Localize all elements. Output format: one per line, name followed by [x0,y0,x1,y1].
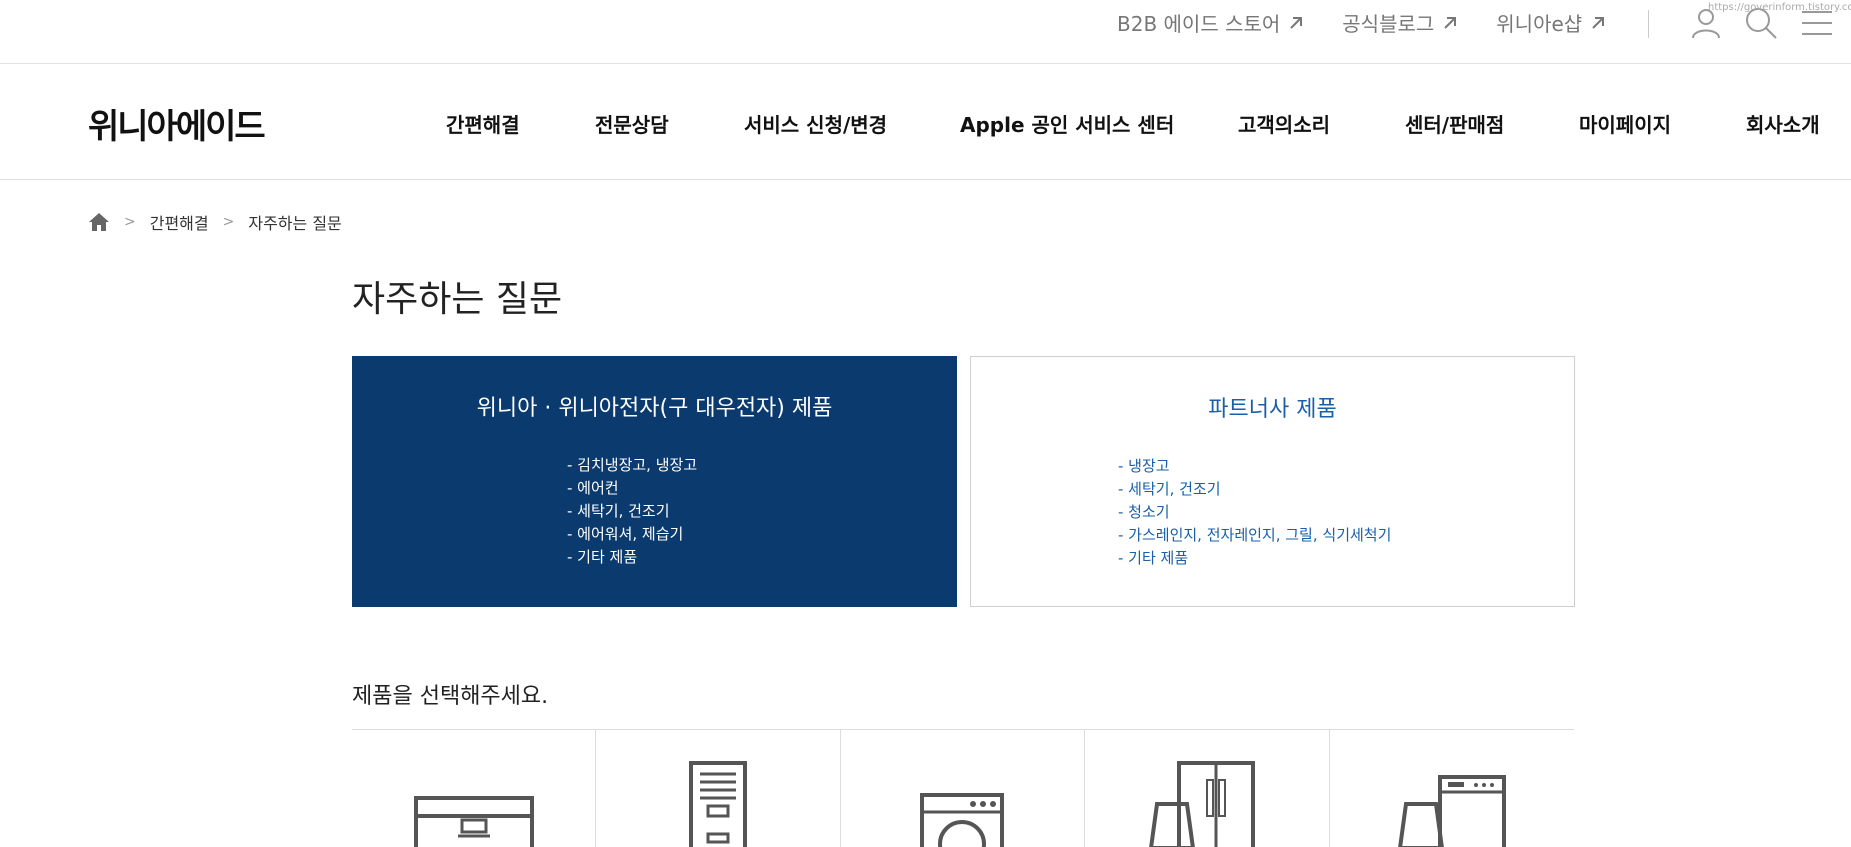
eshop-label: 위니아e샵 [1496,12,1583,36]
chevron-right-icon: > [222,214,235,230]
nav-quick-solution[interactable]: 간편해결 [446,109,520,138]
home-icon[interactable] [88,212,110,232]
utility-bar: B2B 에이드 스토어 공식블로그 위니아e샵 https://goverinf… [0,0,1851,64]
external-arrow-icon [1444,16,1457,29]
refrigerator-icon [1148,761,1255,847]
category-item: - 가스레인지, 전자레인지, 그릴, 식기세척기 [1118,526,1392,544]
nav-customer-voice[interactable]: 고객의소리 [1238,109,1330,138]
chevron-right-icon: > [124,214,136,230]
category-item: - 세탁기, 건조기 [567,502,670,520]
external-arrow-icon [1290,16,1303,29]
product-select-heading: 제품을 선택해주세요. [352,684,549,709]
category-winia-products[interactable]: 위니아 · 위니아전자(구 대우전자) 제품 - 김치냉장고, 냉장고 - 에어… [352,356,957,607]
category-title: 파트너사 제품 [1208,397,1337,422]
breadcrumb-quick-solution[interactable]: 간편해결 [150,210,209,234]
air-conditioner-icon [689,761,748,847]
category-item: - 에어워셔, 제습기 [567,525,684,543]
breadcrumb-faq[interactable]: 자주하는 질문 [248,210,341,234]
kimchi-refrigerator-icon [413,796,534,847]
nav-consultation[interactable]: 전문상담 [595,109,669,138]
product-washing-machine[interactable] [841,730,1086,847]
site-logo[interactable]: 위니아에이드 [88,99,266,148]
category-item: - 세탁기, 건조기 [1118,480,1221,498]
product-kimchi-refrigerator[interactable] [352,730,597,847]
eshop-link[interactable]: 위니아e샵 [1496,8,1606,37]
breadcrumb: > 간편해결 > 자주하는 질문 [88,210,342,234]
blog-link[interactable]: 공식블로그 [1342,8,1458,37]
main-header: 위니아에이드 간편해결 전문상담 서비스 신청/변경 Apple 공인 서비스 … [0,65,1851,180]
b2b-store-label: B2B 에이드 스토어 [1117,12,1281,36]
product-dishwasher[interactable] [1330,730,1574,847]
utility-links: B2B 에이드 스토어 공식블로그 위니아e샵 [1117,8,1644,37]
b2b-store-link[interactable]: B2B 에이드 스토어 [1117,8,1304,37]
utility-divider [1648,10,1649,38]
category-item: - 김치냉장고, 냉장고 [567,456,698,474]
category-item: - 청소기 [1118,503,1170,521]
external-arrow-icon [1592,16,1605,29]
dishwasher-icon [1397,775,1506,847]
nav-mypage[interactable]: 마이페이지 [1579,109,1671,138]
nav-service-request[interactable]: 서비스 신청/변경 [744,109,887,138]
category-partner-products[interactable]: 파트너사 제품 - 냉장고 - 세탁기, 건조기 - 청소기 - 가스레인지, … [970,356,1575,607]
category-item-list: - 김치냉장고, 냉장고 - 에어컨 - 세탁기, 건조기 - 에어워셔, 제습… [567,454,697,569]
category-item: - 기타 제품 [567,548,638,566]
category-item: - 기타 제품 [1118,549,1189,567]
category-item: - 냉장고 [1118,457,1170,475]
nav-apple-service[interactable]: Apple 공인 서비스 센터 [960,109,1174,138]
nav-center-store[interactable]: 센터/판매점 [1405,109,1504,138]
blog-label: 공식블로그 [1342,12,1435,36]
category-item: - 에어컨 [567,479,619,497]
product-air-conditioner[interactable] [596,730,841,847]
category-item-list: - 냉장고 - 세탁기, 건조기 - 청소기 - 가스레인지, 전자레인지, 그… [1118,455,1391,570]
url-watermark: https://goverinform.tistory.com [1708,2,1851,13]
category-title: 위니아 · 위니아전자(구 대우전자) 제품 [476,396,833,421]
page-title: 자주하는 질문 [352,279,563,320]
washing-machine-icon [920,793,1005,847]
product-refrigerator[interactable] [1085,730,1330,847]
nav-company[interactable]: 회사소개 [1746,109,1820,138]
product-grid [352,729,1574,847]
